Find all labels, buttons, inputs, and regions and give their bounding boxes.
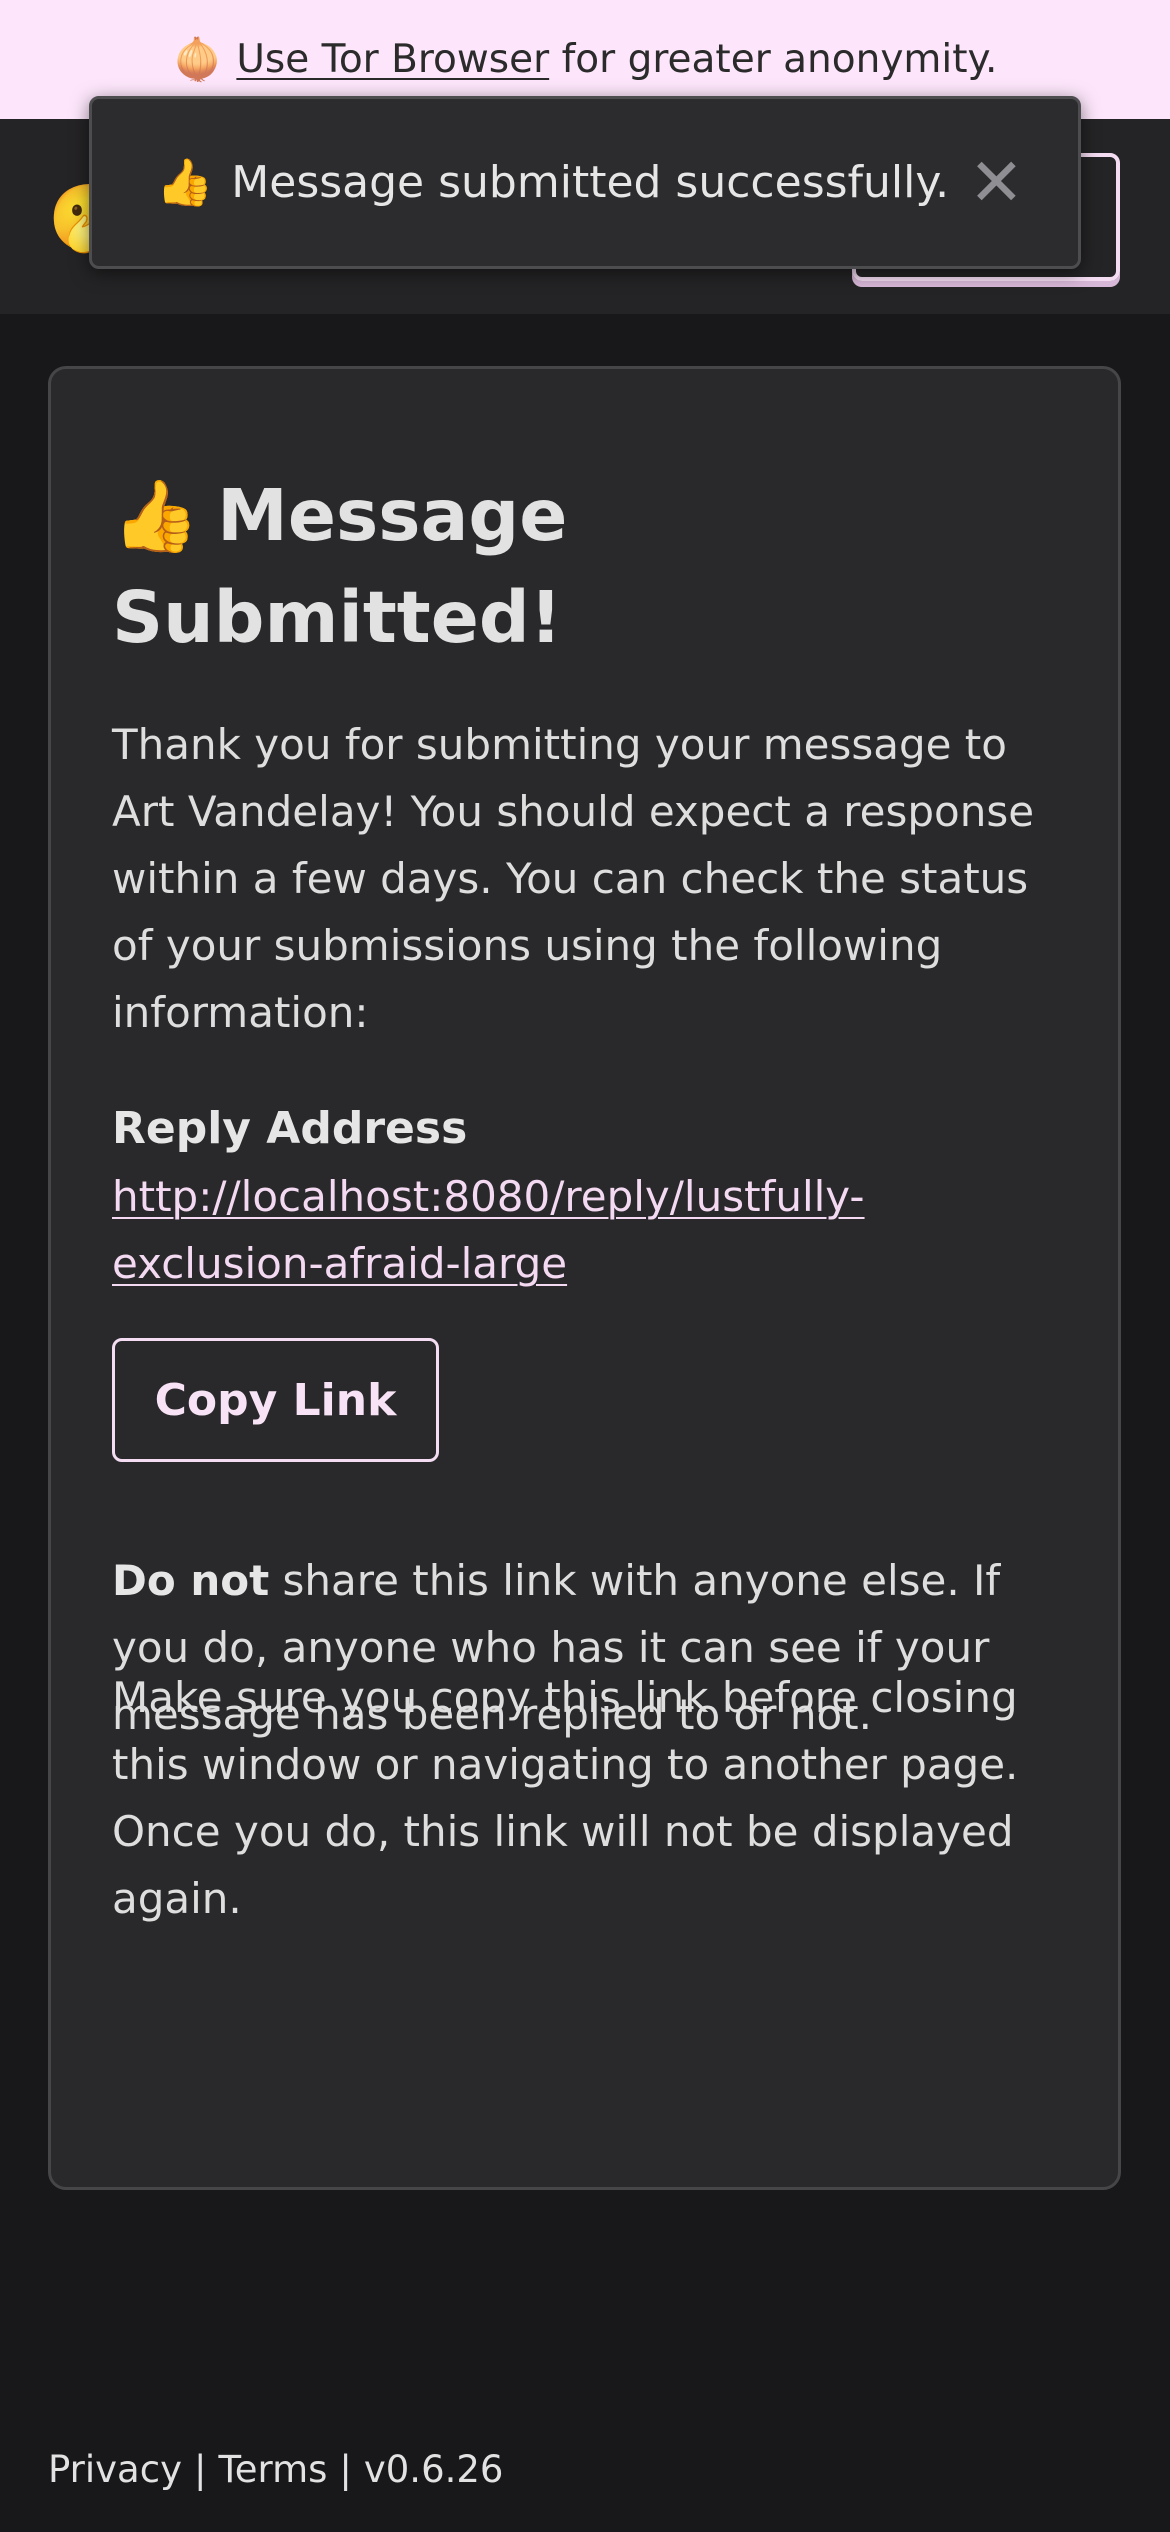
reply-address-label: Reply Address [112,1103,468,1154]
footer-separator: | [193,2448,207,2491]
success-toast: 👍 Message submitted successfully. ✕ [89,96,1081,269]
terms-link[interactable]: Terms [218,2448,327,2491]
close-icon[interactable]: ✕ [969,149,1024,216]
intro-text: Thank you for submitting your message to… [112,720,1035,1037]
reminder-text: Make sure you copy this link before clos… [112,1673,1019,1923]
banner-text: for greater anonymity. [561,37,998,82]
privacy-link[interactable]: Privacy [48,2448,182,2491]
submission-card: 👍 Message Submitted! Thank you for submit… [48,366,1121,2190]
use-tor-browser-link[interactable]: Use Tor Browser [236,37,549,82]
onion-icon: 🧅 [172,37,223,83]
thumbs-up-icon: 👍 [112,475,200,557]
version-label: v0.6.26 [363,2448,504,2491]
copy-link-button[interactable]: Copy Link [112,1338,439,1462]
page-title: 👍 Message Submitted! [112,465,992,669]
toast-message: Message submitted successfully. [231,157,950,208]
reply-address-link[interactable]: http://localhost:8080/reply/lustfully-ex… [112,1163,992,1297]
footer: Privacy | Terms | v0.6.26 [48,2448,503,2491]
footer-separator: | [339,2448,352,2491]
thumbs-up-icon: 👍 [156,155,214,209]
warning-bold: Do not [112,1556,270,1605]
